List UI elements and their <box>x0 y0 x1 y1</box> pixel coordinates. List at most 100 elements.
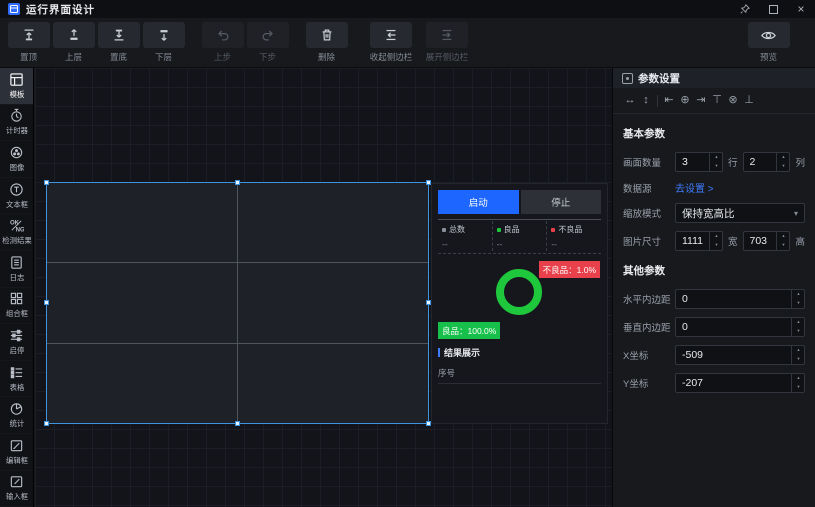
layer-down-button[interactable]: 下层 <box>141 22 186 63</box>
sidebar-item-result[interactable]: OKNG 检测结果 <box>0 214 33 251</box>
app-logo-icon <box>8 3 20 15</box>
pin-icon[interactable] <box>739 3 751 15</box>
grid-cell[interactable] <box>47 183 237 262</box>
section-bar-icon <box>438 348 440 357</box>
sidebar-item-combobox[interactable]: 组合框 <box>0 288 33 325</box>
resize-handle-s[interactable] <box>235 421 240 426</box>
run-result-panel-widget[interactable]: 启动 停止 总数 -- 良品 -- 不良品 -- <box>431 183 608 424</box>
stat-value: -- <box>497 239 545 249</box>
undo-button[interactable]: 上步 <box>200 22 245 63</box>
stat-value: -- <box>442 239 490 249</box>
editbox-icon <box>9 438 24 453</box>
resize-handle-ne[interactable] <box>426 180 431 185</box>
sidebar-item-editbox[interactable]: 编辑框 <box>0 434 33 471</box>
stepper[interactable] <box>791 374 804 392</box>
stat-total: 总数 -- <box>438 221 492 251</box>
undo-icon <box>202 22 244 48</box>
sidebar-item-textbox[interactable]: 文本框 <box>0 178 33 215</box>
image-height-input[interactable]: 703 <box>743 231 791 251</box>
start-button[interactable]: 启动 <box>438 190 519 214</box>
grid-cell[interactable] <box>47 263 237 342</box>
ok-ng-icon: OKNG <box>9 218 24 233</box>
resize-handle-n[interactable] <box>235 180 240 185</box>
align-middle-vertical-icon[interactable]: ⊗ <box>725 95 741 106</box>
bring-to-front-button[interactable]: 置顶 <box>6 22 51 63</box>
toolbar: 置顶 上层 置底 下层 上步 <box>0 18 815 68</box>
stats-row: 总数 -- 良品 -- 不良品 -- <box>438 221 601 251</box>
timer-icon <box>9 108 24 123</box>
sidebar-item-log[interactable]: 日志 <box>0 251 33 288</box>
stepper[interactable] <box>791 290 804 308</box>
divider <box>438 219 601 220</box>
resize-handle-se[interactable] <box>426 421 431 426</box>
resize-handle-w[interactable] <box>44 300 49 305</box>
grid-cell[interactable] <box>238 183 428 262</box>
y-coordinate-input[interactable]: -207 <box>675 373 805 393</box>
expand-sidebar-button[interactable]: 展开侧边栏 <box>419 22 475 63</box>
close-icon[interactable]: × <box>795 3 807 15</box>
stepper[interactable] <box>776 232 789 250</box>
send-to-back-icon <box>98 22 140 48</box>
image-icon <box>9 145 24 160</box>
vertical-padding-input[interactable]: 0 <box>675 317 805 337</box>
height-unit: 高 <box>795 234 805 248</box>
sidebar-item-statistics[interactable]: 统计 <box>0 397 33 434</box>
align-bottom-icon[interactable]: ⊥ <box>741 95 757 106</box>
scale-mode-select[interactable]: 保持宽高比 ▾ <box>675 203 805 223</box>
stepper[interactable] <box>776 153 789 171</box>
eye-icon <box>748 22 790 48</box>
preview-button[interactable]: 预览 <box>746 22 791 63</box>
layer-down-icon <box>143 22 185 48</box>
align-right-icon[interactable]: ⇥ <box>693 95 709 106</box>
stepper[interactable] <box>791 346 804 364</box>
equal-horizontal-spacing-icon[interactable]: ↔ <box>622 95 638 106</box>
maximize-icon[interactable] <box>769 5 778 14</box>
redo-button[interactable]: 下步 <box>245 22 290 63</box>
resize-handle-nw[interactable] <box>44 180 49 185</box>
stats-icon <box>9 401 24 416</box>
grid-template-widget[interactable] <box>46 182 429 424</box>
layer-up-button[interactable]: 上层 <box>51 22 96 63</box>
sidebar-item-image[interactable]: 图像 <box>0 141 33 178</box>
stop-button[interactable]: 停止 <box>521 190 602 214</box>
sidebar-item-timer[interactable]: 计时器 <box>0 105 33 142</box>
image-width-input[interactable]: 1111 <box>675 231 723 251</box>
design-canvas[interactable]: 启动 停止 总数 -- 良品 -- 不良品 -- <box>35 68 612 507</box>
grid-cell[interactable] <box>47 344 237 423</box>
equal-vertical-spacing-icon[interactable]: ↕ <box>638 95 654 106</box>
cols-input[interactable]: 2 <box>743 152 791 172</box>
sidebar-item-table[interactable]: 表格 <box>0 361 33 398</box>
stepper[interactable] <box>709 232 722 250</box>
data-source-row: 数据源 去设置 > <box>623 180 805 195</box>
delete-button[interactable]: 删除 <box>304 22 349 63</box>
width-unit: 宽 <box>728 234 738 248</box>
collapse-sidebar-button[interactable]: 收起侧边栏 <box>363 22 419 63</box>
title-bar: 运行界面设计 × <box>0 0 815 18</box>
x-coordinate-input[interactable]: -509 <box>675 345 805 365</box>
defect-dot-icon <box>551 228 555 232</box>
template-icon <box>9 72 24 87</box>
log-icon <box>9 255 24 270</box>
send-to-back-button[interactable]: 置底 <box>96 22 141 63</box>
stepper[interactable] <box>791 318 804 336</box>
x-coordinate-row: X坐标 -509 <box>623 345 805 365</box>
button-label: 置底 <box>110 51 127 63</box>
button-label: 删除 <box>318 51 335 63</box>
stepper[interactable] <box>709 153 722 171</box>
defect-rate-badge: 不良品：1.0% <box>539 261 600 278</box>
field-label: 画面数量 <box>623 155 675 169</box>
align-top-icon[interactable]: ⊤ <box>709 95 725 106</box>
horizontal-padding-input[interactable]: 0 <box>675 289 805 309</box>
go-configure-link[interactable]: 去设置 > <box>675 180 714 195</box>
align-center-horizontal-icon[interactable]: ⊕ <box>677 95 693 106</box>
grid-cell[interactable] <box>238 263 428 342</box>
rows-input[interactable]: 3 <box>675 152 723 172</box>
sidebar-item-start-stop[interactable]: 启停 <box>0 324 33 361</box>
resize-handle-e[interactable] <box>426 300 431 305</box>
align-left-icon[interactable]: ⇤ <box>661 95 677 106</box>
panel-title: 参数设置 <box>638 71 680 86</box>
sidebar-item-template[interactable]: 模板 <box>0 68 33 105</box>
grid-cell[interactable] <box>238 344 428 423</box>
sidebar-item-inputbox[interactable]: 输入框 <box>0 471 33 507</box>
resize-handle-sw[interactable] <box>44 421 49 426</box>
